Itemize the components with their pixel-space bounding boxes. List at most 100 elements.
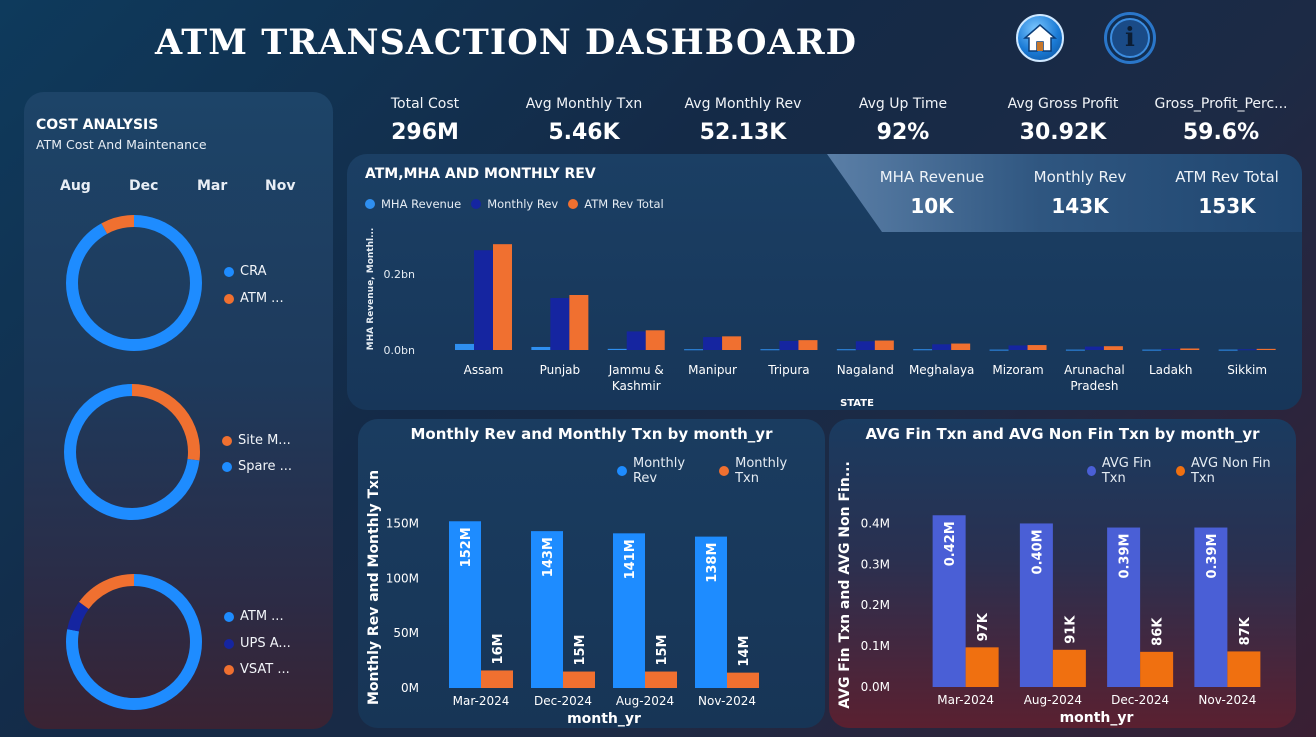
x-tick-label: Pradesh [1070, 379, 1118, 393]
bar[interactable] [563, 671, 595, 688]
kpi-label: Avg Monthly Txn [525, 96, 643, 112]
bar[interactable] [760, 349, 780, 351]
cost-analysis-title: COST ANALYSIS [36, 117, 159, 133]
donut-chart-1[interactable] [62, 211, 206, 355]
legend-dot [224, 664, 234, 675]
bar[interactable] [481, 670, 513, 688]
bar[interactable] [550, 298, 570, 350]
bar[interactable] [798, 340, 818, 350]
month-tab-mar[interactable]: Mar [197, 178, 227, 194]
bar[interactable] [1052, 649, 1086, 687]
y-tick-label: 150M [386, 516, 419, 530]
bar[interactable] [607, 348, 627, 350]
legend-dot [224, 266, 234, 277]
legend-item[interactable]: ATM ... [224, 291, 284, 306]
bar[interactable] [703, 337, 723, 350]
bar[interactable] [645, 330, 665, 350]
x-tick-label: Sikkim [1227, 363, 1267, 377]
kpi-label: Avg Monthly Rev [684, 96, 802, 112]
x-tick-label: Manipur [688, 363, 737, 377]
data-label: 0.39M [1205, 534, 1220, 579]
donut-chart-3[interactable] [62, 570, 206, 714]
dashboard-title: ATM TRANSACTION DASHBOARD [155, 22, 858, 63]
bar[interactable] [965, 647, 999, 687]
donut-chart-2[interactable] [60, 380, 204, 524]
month-tab-nov[interactable]: Nov [265, 178, 295, 194]
bar[interactable] [1008, 345, 1028, 350]
bar[interactable] [531, 346, 551, 350]
info-button[interactable]: i [1104, 12, 1156, 64]
bar[interactable] [932, 344, 952, 350]
bar[interactable] [989, 349, 1009, 351]
bar[interactable] [1237, 349, 1257, 351]
bar[interactable] [855, 341, 875, 350]
x-tick-label: Mar-2024 [453, 694, 510, 708]
bar[interactable] [874, 340, 894, 350]
cost-analysis-subtitle: ATM Cost And Maintenance [36, 137, 207, 152]
donut-segment[interactable] [66, 215, 202, 351]
legend-label: Site M... [238, 433, 291, 448]
home-button[interactable] [1016, 14, 1064, 62]
fin-nonfin-txn-panel: AVG Fin Txn and AVG Non Fin Txn by month… [829, 419, 1296, 728]
fin-nonfin-txn-bar-chart[interactable]: AVG Fin Txn and AVG Non Fin... 0.0M 0.1M 0.… [829, 419, 1296, 728]
x-axis-title: month_yr [567, 711, 641, 727]
bar[interactable] [493, 244, 512, 350]
month-tab-dec[interactable]: Dec [129, 178, 158, 194]
bar[interactable] [727, 672, 759, 688]
monthly-rev-txn-panel: Monthly Rev and Monthly Txn by month_yr … [358, 419, 825, 728]
legend-item[interactable]: UPS A... [224, 636, 291, 651]
x-tick-label: Aug-2024 [1024, 693, 1082, 707]
cost-analysis-panel: COST ANALYSIS ATM Cost And Maintenance A… [24, 92, 333, 729]
bar[interactable] [474, 250, 493, 350]
kpi-value: 5.46K [548, 120, 620, 145]
legend-item[interactable]: Site M... [222, 433, 291, 448]
monthly-rev-txn-bar-chart[interactable]: Monthly Rev and Monthly Txn 0M 50M 100M 150M… [358, 419, 825, 728]
y-tick-label: 0M [401, 681, 419, 695]
y-axis-title: MHA Revenue, Monthl... [366, 228, 376, 351]
legend-label: ATM ... [240, 291, 284, 306]
y-axis-title: AVG Fin Txn and AVG Non Fin... [837, 461, 853, 709]
kpi-avg-monthly-rev: Avg Monthly Rev 52.13K [668, 96, 818, 145]
legend-item[interactable]: VSAT ... [224, 662, 290, 677]
bar[interactable] [951, 343, 971, 350]
bar[interactable] [1227, 651, 1261, 687]
bar[interactable] [1027, 345, 1047, 350]
bar[interactable] [684, 349, 704, 351]
bar[interactable] [626, 331, 646, 350]
y-tick-label: 0.0M [861, 680, 890, 694]
bar[interactable] [1256, 348, 1276, 350]
kpi-label: Avg Up Time [858, 96, 948, 112]
data-label: 15M [655, 635, 670, 666]
bar[interactable] [1103, 346, 1123, 350]
bar[interactable] [1218, 349, 1238, 351]
state-revenue-bar-chart[interactable]: MHA Revenue, Monthl... 0.0bn 0.2bn Assam Pun… [347, 154, 1302, 410]
y-tick-label: 0.3M [861, 557, 890, 571]
legend-label: ATM ... [240, 609, 284, 624]
bar[interactable] [645, 671, 677, 688]
bar[interactable] [1140, 651, 1174, 687]
kpi-avg-up-time: Avg Up Time 92% [828, 96, 978, 145]
x-axis-title: month_yr [1060, 710, 1134, 726]
bar[interactable] [1065, 349, 1085, 351]
bar[interactable] [1084, 346, 1104, 350]
bar[interactable] [569, 295, 589, 350]
x-tick-label: Assam [464, 363, 504, 377]
x-tick-label: Tripura [767, 363, 809, 377]
bar[interactable] [1180, 348, 1200, 350]
data-label: 152M [459, 527, 474, 567]
bar[interactable] [836, 349, 856, 351]
bar[interactable] [455, 343, 474, 350]
bar[interactable] [1142, 349, 1162, 351]
data-label: 0.42M [943, 521, 958, 566]
bar[interactable] [722, 336, 742, 350]
y-tick-label: 0.2M [861, 598, 890, 612]
data-label: 86K [1151, 617, 1166, 646]
legend-item[interactable]: Spare ... [222, 459, 292, 474]
legend-item[interactable]: CRA [224, 264, 266, 279]
bar[interactable] [913, 349, 933, 351]
bar[interactable] [1161, 348, 1181, 350]
month-tab-aug[interactable]: Aug [60, 178, 91, 194]
legend-item[interactable]: ATM ... [224, 609, 284, 624]
data-label: 97K [976, 612, 991, 641]
bar[interactable] [779, 340, 799, 350]
